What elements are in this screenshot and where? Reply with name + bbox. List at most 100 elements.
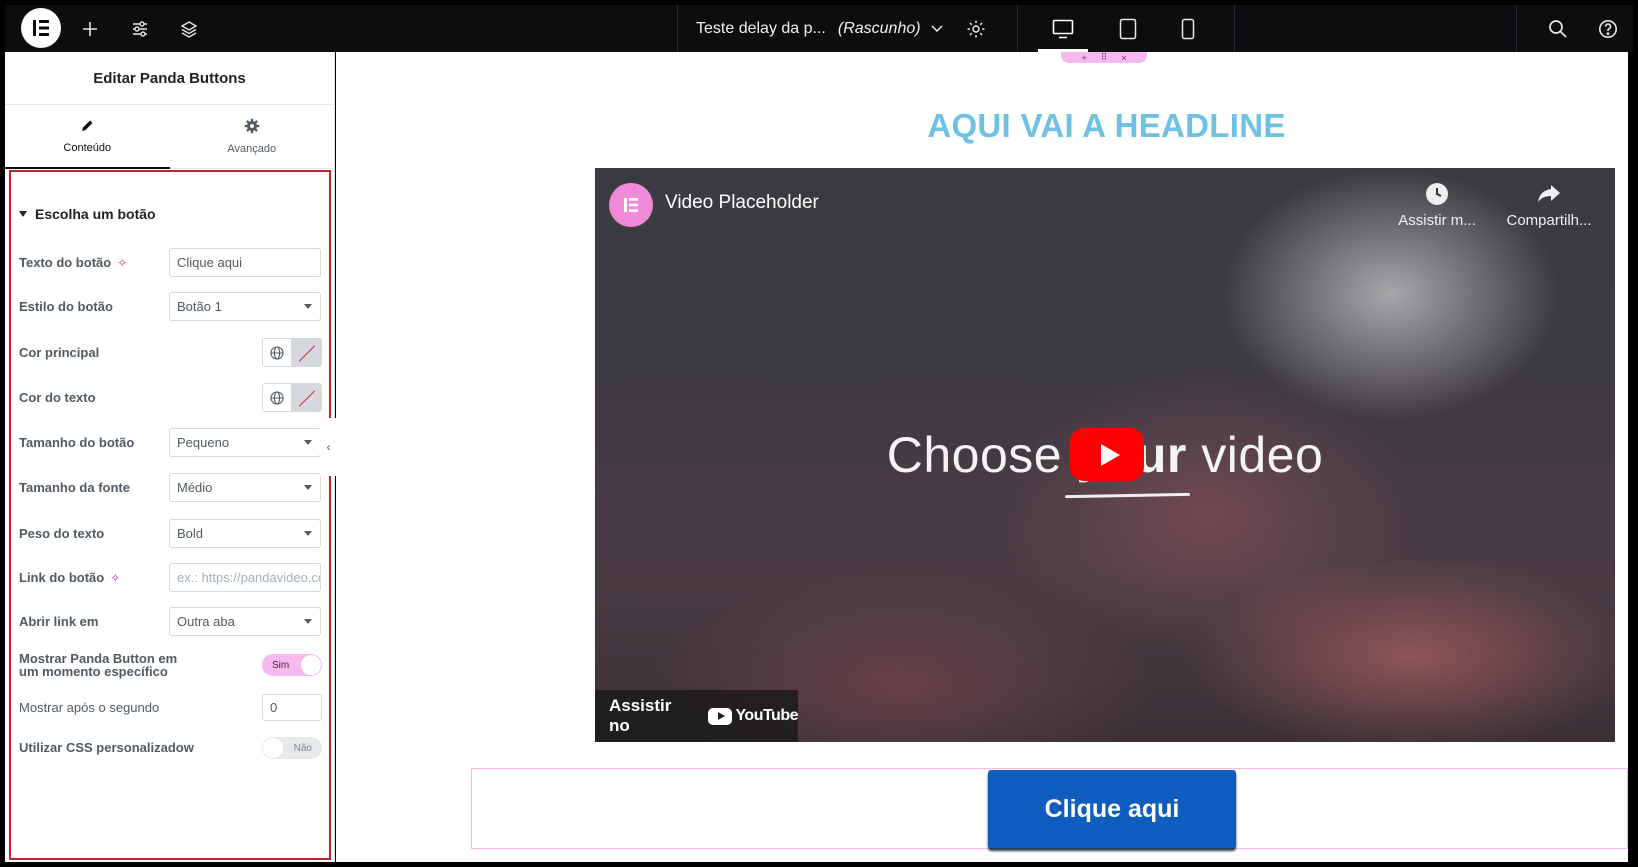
font-size-value: Médio bbox=[177, 480, 213, 495]
settings-gear-icon[interactable] bbox=[960, 13, 992, 45]
share-button[interactable]: Compartilh... bbox=[1494, 182, 1604, 229]
main-color-label: Cor principal bbox=[19, 345, 100, 360]
share-icon bbox=[1538, 185, 1560, 202]
add-icon[interactable] bbox=[74, 13, 106, 45]
text-color-label: Cor do texto bbox=[19, 390, 96, 405]
dropdown-arrow-icon bbox=[304, 304, 312, 309]
button-link-label: Link do botão ✧ bbox=[19, 570, 120, 585]
open-link-label: Abrir link em bbox=[19, 614, 99, 629]
clock-icon bbox=[1426, 183, 1448, 205]
tab-content[interactable]: Conteúdo bbox=[5, 105, 170, 169]
youtube-play-icon bbox=[708, 707, 733, 725]
tab-advanced[interactable]: Avançado bbox=[170, 105, 335, 168]
font-weight-value: Bold bbox=[177, 526, 204, 541]
globe-icon[interactable] bbox=[263, 384, 293, 411]
document-status: (Rascunho) bbox=[837, 19, 921, 37]
top-bar: Teste delay da p... (Rascunho) bbox=[5, 5, 1633, 52]
caret-down-icon bbox=[19, 211, 27, 217]
dropdown-arrow-icon bbox=[304, 531, 312, 536]
collapse-panel-icon[interactable]: ‹ bbox=[320, 418, 337, 476]
divider bbox=[677, 5, 678, 52]
divider bbox=[1234, 5, 1235, 52]
section-handle[interactable]: + ⠿ × bbox=[1061, 52, 1147, 63]
ai-sparkle-icon[interactable]: ✧ bbox=[110, 571, 120, 585]
desktop-icon[interactable] bbox=[1038, 5, 1088, 52]
font-size-select[interactable]: Médio bbox=[169, 473, 321, 502]
cta-button[interactable]: Clique aqui bbox=[988, 770, 1236, 848]
document-title[interactable]: Teste delay da p... (Rascunho) bbox=[696, 5, 943, 52]
scrollbar[interactable] bbox=[1628, 52, 1633, 862]
color-swatch[interactable] bbox=[292, 339, 321, 366]
watch-later-label: Assistir m... bbox=[1398, 212, 1476, 229]
channel-avatar[interactable] bbox=[609, 183, 653, 227]
show-at-time-toggle[interactable]: Sim bbox=[262, 654, 322, 676]
watch-later-button[interactable]: Assistir m... bbox=[1382, 182, 1492, 229]
button-link-input[interactable]: ex.: https://pandavideo.com bbox=[169, 563, 321, 592]
dropdown-arrow-icon bbox=[304, 619, 312, 624]
placeholder-text-end: video bbox=[1186, 427, 1324, 483]
pencil-icon bbox=[80, 119, 94, 136]
elementor-logo-icon[interactable] bbox=[21, 8, 61, 48]
button-text-label: Texto do botão ✧ bbox=[19, 255, 127, 270]
play-button-icon[interactable] bbox=[1070, 428, 1144, 481]
controls-section: Escolha um botão Texto do botão ✧ Clique… bbox=[9, 170, 331, 860]
panel-tabs: Conteúdo Avançado bbox=[5, 105, 334, 169]
tab-content-label: Conteúdo bbox=[63, 142, 112, 154]
tab-advanced-label: Avançado bbox=[227, 143, 277, 155]
font-weight-select[interactable]: Bold bbox=[169, 519, 321, 548]
dropdown-arrow-icon bbox=[304, 485, 312, 490]
button-style-value: Botão 1 bbox=[177, 299, 222, 314]
button-style-select[interactable]: Botão 1 bbox=[169, 292, 321, 321]
dropdown-arrow-icon bbox=[304, 440, 312, 445]
custom-css-label: Utilizar CSS personalizadow bbox=[19, 740, 194, 755]
document-name: Teste delay da p... bbox=[696, 19, 826, 37]
button-text-label-text: Texto do botão bbox=[19, 255, 112, 270]
video-title[interactable]: Video Placeholder bbox=[665, 192, 819, 214]
watch-on-youtube-button[interactable]: Assistir no YouTube bbox=[595, 690, 798, 742]
button-link-label-text: Link do botão bbox=[19, 570, 105, 585]
button-style-label: Estilo do botão bbox=[19, 299, 113, 314]
remove-section-icon[interactable]: × bbox=[1121, 53, 1126, 63]
color-swatch[interactable] bbox=[292, 384, 321, 411]
youtube-wordmark: YouTube bbox=[735, 707, 798, 724]
editor-panel: Editar Panda Buttons Conteúdo Avançado E… bbox=[5, 52, 335, 862]
share-label: Compartilh... bbox=[1506, 212, 1592, 229]
divider bbox=[1017, 5, 1018, 52]
font-weight-label: Peso do texto bbox=[19, 526, 105, 541]
divider bbox=[1516, 5, 1517, 52]
underline-stroke bbox=[1064, 492, 1191, 499]
youtube-logo-icon: YouTube bbox=[708, 707, 798, 725]
ai-sparkle-icon[interactable]: ✧ bbox=[117, 256, 127, 270]
layers-icon[interactable] bbox=[173, 13, 205, 45]
font-size-label: Tamanho da fonte bbox=[19, 480, 130, 495]
custom-css-toggle[interactable]: Não bbox=[262, 737, 322, 759]
panel-title: Editar Panda Buttons bbox=[5, 52, 334, 105]
show-after-seconds-label: Mostrar após o segundo bbox=[19, 700, 160, 715]
add-section-icon[interactable]: + bbox=[1081, 53, 1086, 63]
open-link-value: Outra aba bbox=[177, 614, 235, 629]
search-icon[interactable] bbox=[1542, 13, 1574, 45]
mobile-icon[interactable] bbox=[1163, 5, 1213, 52]
chevron-down-icon bbox=[931, 20, 943, 38]
button-size-select[interactable]: Pequeno bbox=[169, 428, 321, 457]
globe-icon[interactable] bbox=[263, 339, 293, 366]
open-link-select[interactable]: Outra aba bbox=[169, 607, 321, 636]
toggle-knob bbox=[301, 655, 321, 675]
headline[interactable]: AQUI VAI A HEADLINE bbox=[595, 107, 1618, 145]
button-size-label: Tamanho do botão bbox=[19, 435, 135, 450]
placeholder-text-start: Choose bbox=[886, 427, 1077, 483]
section-title: Escolha um botão bbox=[35, 206, 156, 222]
help-icon[interactable] bbox=[1592, 13, 1624, 45]
drag-handle-icon[interactable]: ⠿ bbox=[1101, 52, 1108, 63]
section-header[interactable]: Escolha um botão bbox=[19, 206, 156, 222]
video-embed[interactable]: Video Placeholder Assistir m... Comparti… bbox=[595, 168, 1615, 742]
button-text-input[interactable]: Clique aqui bbox=[169, 248, 321, 277]
show-after-seconds-input[interactable]: 0 bbox=[262, 694, 322, 721]
show-at-time-label-line2: um momento específico bbox=[19, 664, 168, 679]
text-color-control bbox=[262, 383, 322, 412]
sliders-icon[interactable] bbox=[124, 13, 156, 45]
tablet-icon[interactable] bbox=[1103, 5, 1153, 52]
main-color-control bbox=[262, 338, 322, 367]
toggle-state: Não bbox=[293, 742, 312, 754]
watch-on-label: Assistir no bbox=[609, 696, 672, 735]
